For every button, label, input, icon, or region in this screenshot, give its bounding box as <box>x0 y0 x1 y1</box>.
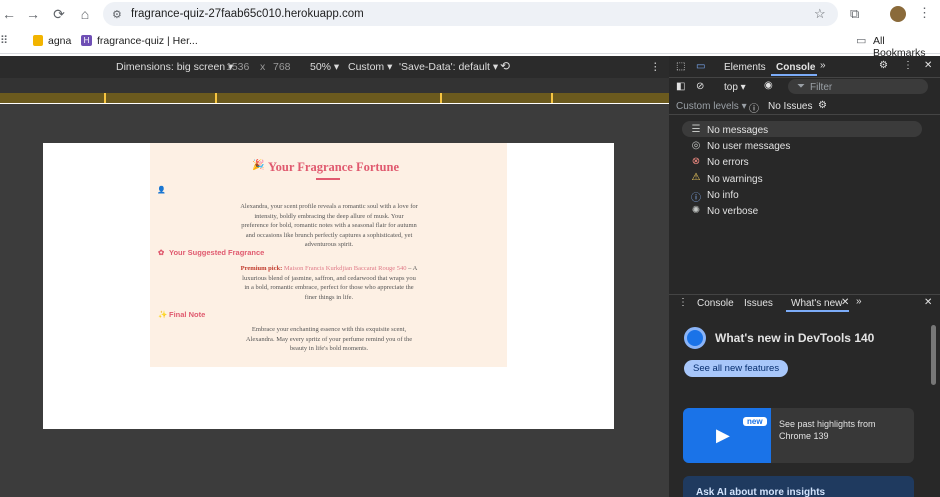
filter-icon: ⏷ <box>797 81 805 92</box>
drawer-tab-console[interactable]: Console <box>697 298 734 309</box>
suggested-text: Premium pick: Maison Francis Kurkdjian B… <box>240 265 418 301</box>
chrome-devtools-logo-icon <box>684 327 706 349</box>
see-all-features-button[interactable]: See all new features <box>684 360 789 377</box>
breakpoint-marker <box>551 93 553 103</box>
drawer-tab-close-icon[interactable]: ✕ <box>841 297 849 308</box>
intro-text: Alexandra, your scent profile reveals a … <box>240 203 418 249</box>
filter-no-info[interactable]: No info <box>707 190 739 201</box>
flower-icon: ✿ <box>158 248 165 257</box>
ask-ai-text[interactable]: Ask AI about more insights <box>696 487 825 497</box>
new-badge: new <box>743 417 767 426</box>
drawer-tab-whats-new[interactable]: What's new <box>791 298 842 309</box>
throttle-dropdown[interactable]: Custom ▾ <box>348 61 392 73</box>
sparkle-icon: ✨ <box>158 310 168 319</box>
warning-icon: ⚠ <box>691 172 701 183</box>
log-levels-dropdown[interactable]: Custom levels ▾ <box>676 101 747 112</box>
filter-no-verbose[interactable]: No verbose <box>707 206 758 217</box>
inspect-icon[interactable]: ⬚ <box>676 61 685 72</box>
times-label: x <box>260 61 266 73</box>
divider <box>669 77 940 78</box>
settings-icon[interactable]: ⚙ <box>879 60 888 71</box>
more-tabs-icon[interactable]: » <box>820 60 826 71</box>
reload-icon[interactable]: ⟳ <box>50 5 68 23</box>
width-input[interactable]: 1536 <box>226 61 249 73</box>
forward-icon[interactable]: → <box>24 5 42 23</box>
bug-icon: ✺ <box>691 205 701 216</box>
context-dropdown[interactable]: top ▾ <box>724 82 746 93</box>
console-settings-icon[interactable]: ⚙ <box>818 100 827 111</box>
device-menu-icon[interactable]: ⋮ <box>650 61 661 73</box>
drawer-close-icon[interactable]: ✕ <box>924 297 932 308</box>
drawer-scrollbar[interactable] <box>931 325 936 385</box>
filter-no-warnings[interactable]: No warnings <box>707 174 763 185</box>
error-icon: ⊗ <box>691 156 701 167</box>
close-icon[interactable]: ✕ <box>924 60 932 71</box>
home-icon[interactable]: ⌂ <box>76 5 94 23</box>
final-text: Embrace your enchanting essence with thi… <box>245 326 413 353</box>
media-query-bar[interactable] <box>0 78 669 93</box>
site-info-icon[interactable]: ⚙ <box>112 8 122 21</box>
devtools-menu-icon[interactable]: ⋮ <box>903 60 913 71</box>
menu-icon[interactable]: ⋮ <box>918 5 931 21</box>
final-heading: Final Note <box>169 310 206 319</box>
tab-elements[interactable]: Elements <box>724 62 766 73</box>
page-title: Your Fragrance Fortune <box>268 160 399 174</box>
bookmark-fragrance-quiz[interactable]: fragrance-quiz | Her... <box>97 35 198 47</box>
tab-console[interactable]: Console <box>776 62 815 73</box>
url-text[interactable]: fragrance-quiz-27faab65c010.herokuapp.co… <box>131 8 364 20</box>
filter-no-messages[interactable]: No messages <box>707 125 768 136</box>
title-underline <box>316 178 340 180</box>
back-icon[interactable]: ← <box>0 5 18 23</box>
issues-count[interactable]: No Issues <box>768 101 812 112</box>
breakpoint-marker <box>104 93 106 103</box>
dimensions-dropdown[interactable]: Dimensions: big screen ▾ <box>116 61 233 73</box>
active-tab-indicator <box>771 74 817 76</box>
filter-placeholder: Filter <box>810 82 833 93</box>
zoom-dropdown[interactable]: 50% ▾ <box>310 61 339 73</box>
filter-no-errors[interactable]: No errors <box>707 157 749 168</box>
info-icon: ⓘ <box>691 193 701 204</box>
breakpoint-bar[interactable] <box>0 93 669 103</box>
breakpoint-marker <box>215 93 217 103</box>
agna-favicon-icon <box>33 35 43 46</box>
divider <box>669 114 940 115</box>
party-icon: 🎉 <box>252 160 265 171</box>
drawer-menu-icon[interactable]: ⋮ <box>678 297 688 308</box>
drawer-active-indicator <box>786 310 849 312</box>
list-icon: ☰ <box>691 124 701 135</box>
clear-console-icon[interactable]: ⊘ <box>696 81 704 92</box>
drawer-more-icon[interactable]: » <box>856 296 862 307</box>
play-icon[interactable]: ▶ <box>716 425 730 446</box>
bookmark-star-icon[interactable]: ☆ <box>814 6 826 22</box>
drawer-tab-issues[interactable]: Issues <box>744 298 773 309</box>
suggested-heading: Your Suggested Fragrance <box>169 248 265 257</box>
height-input[interactable]: 768 <box>273 61 291 73</box>
user-icon: ◎ <box>691 140 701 151</box>
whats-new-title: What's new in DevTools 140 <box>715 331 875 345</box>
info-circle-icon: ⓘ <box>749 104 759 115</box>
highlight-text: See past highlights from Chrome 139 <box>779 419 876 441</box>
eye-icon[interactable]: ◉ <box>764 80 773 91</box>
folder-icon: ▭ <box>856 35 867 47</box>
extensions-icon[interactable]: ⧉ <box>850 6 859 22</box>
avatar[interactable] <box>890 6 906 22</box>
apps-icon[interactable]: ⠿ <box>0 34 8 47</box>
console-filter-input[interactable] <box>788 79 928 94</box>
save-data-dropdown[interactable]: 'Save-Data': default ▾ <box>399 61 498 73</box>
rotate-icon[interactable]: ⟲ <box>500 59 510 73</box>
breakpoint-marker <box>440 93 442 103</box>
divider <box>669 294 940 295</box>
bookmark-agna[interactable]: agna <box>48 35 71 47</box>
filter-no-user-messages[interactable]: No user messages <box>707 141 790 152</box>
sidebar-toggle-icon[interactable]: ◧ <box>676 81 685 92</box>
heroku-favicon-icon: H <box>81 35 92 46</box>
user-icon: 👤 <box>157 187 166 194</box>
device-toggle-icon[interactable]: ▭ <box>696 61 705 72</box>
